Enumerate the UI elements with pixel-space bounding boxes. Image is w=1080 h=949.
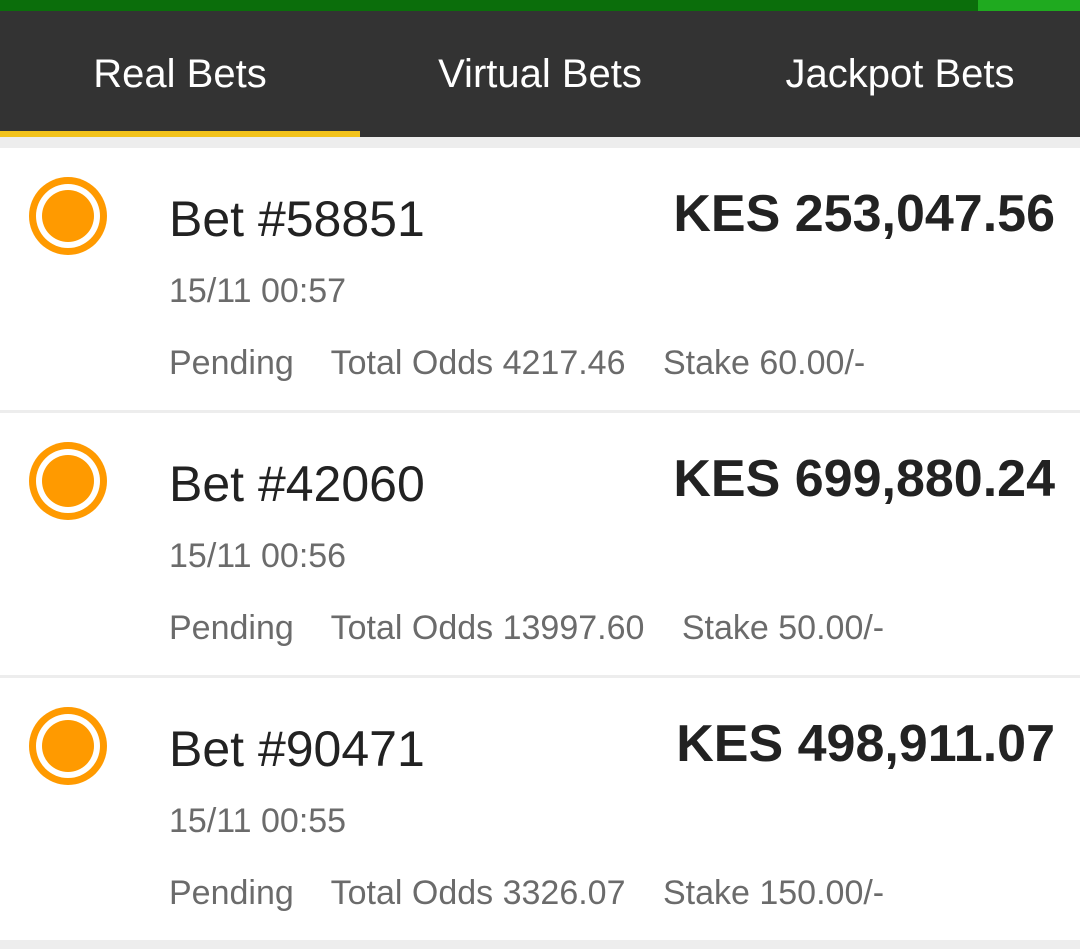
bet-stake: Stake 60.00/- bbox=[662, 344, 866, 382]
bet-status: Pending bbox=[169, 609, 294, 647]
tab-virtual-bets-label: Virtual Bets bbox=[438, 51, 642, 96]
top-status-strip-accent bbox=[978, 0, 1080, 11]
bet-id: Bet #90471 bbox=[169, 721, 425, 777]
bet-status: Pending bbox=[169, 344, 294, 382]
bet-possible-win: KES 498,911.07 bbox=[676, 715, 1055, 773]
bet-total-odds: Total Odds 3326.07 bbox=[330, 874, 626, 912]
bet-id: Bet #58851 bbox=[169, 191, 425, 247]
bet-possible-win: KES 699,880.24 bbox=[673, 450, 1055, 508]
tab-virtual-bets[interactable]: Virtual Bets bbox=[360, 11, 720, 137]
tab-jackpot-bets[interactable]: Jackpot Bets bbox=[720, 11, 1080, 137]
bet-meta: Pending Total Odds 3326.07 Stake 150.00/… bbox=[169, 874, 912, 913]
bet-status: Pending bbox=[169, 874, 294, 912]
top-status-strip bbox=[0, 0, 1080, 11]
pending-status-icon bbox=[29, 707, 107, 785]
bet-timestamp: 15/11 00:56 bbox=[169, 537, 347, 575]
bets-tab-bar: Real Bets Virtual Bets Jackpot Bets bbox=[0, 11, 1080, 137]
pending-status-icon bbox=[29, 177, 107, 255]
bet-total-odds: Total Odds 4217.46 bbox=[330, 344, 626, 382]
bet-possible-win: KES 253,047.56 bbox=[673, 185, 1055, 243]
bet-card[interactable]: Bet #58851 KES 253,047.56 15/11 00:57 Pe… bbox=[0, 148, 1080, 410]
bet-stake: Stake 50.00/- bbox=[681, 609, 885, 647]
bet-stake: Stake 150.00/- bbox=[662, 874, 885, 912]
bet-list: Bet #58851 KES 253,047.56 15/11 00:57 Pe… bbox=[0, 148, 1080, 943]
bet-card[interactable]: Bet #42060 KES 699,880.24 15/11 00:56 Pe… bbox=[0, 413, 1080, 675]
bet-card[interactable]: Bet #90471 KES 498,911.07 15/11 00:55 Pe… bbox=[0, 678, 1080, 940]
bet-timestamp: 15/11 00:57 bbox=[169, 272, 347, 310]
bet-id: Bet #42060 bbox=[169, 456, 425, 512]
tab-real-bets-label: Real Bets bbox=[93, 51, 267, 96]
bet-meta: Pending Total Odds 13997.60 Stake 50.00/… bbox=[169, 609, 912, 648]
tab-real-bets[interactable]: Real Bets bbox=[0, 11, 360, 137]
pending-status-icon bbox=[29, 442, 107, 520]
bet-total-odds: Total Odds 13997.60 bbox=[330, 609, 645, 647]
bet-meta: Pending Total Odds 4217.46 Stake 60.00/- bbox=[169, 344, 893, 383]
tab-jackpot-bets-label: Jackpot Bets bbox=[785, 51, 1015, 96]
bet-timestamp: 15/11 00:55 bbox=[169, 802, 347, 840]
